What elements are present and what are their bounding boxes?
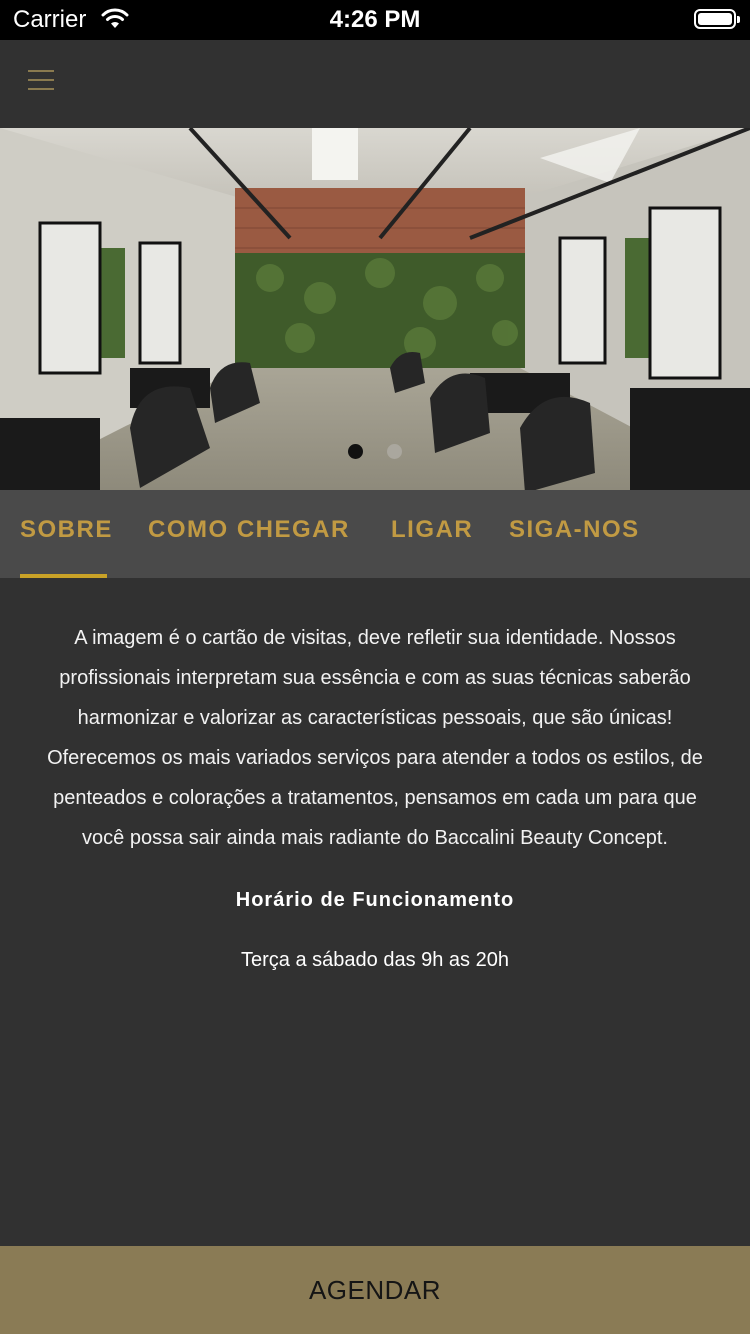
tab-como-chegar[interactable]: COMO CHEGAR <box>148 516 350 544</box>
battery-icon <box>694 9 740 29</box>
status-time: 4:26 PM <box>329 6 421 33</box>
tab-bar: SOBRE COMO CHEGAR LIGAR SIGA-NOS <box>0 490 750 578</box>
carousel-pagination <box>0 444 750 464</box>
hours-title: Horário de Funcionamento <box>235 889 515 911</box>
carousel-dot-2[interactable] <box>387 444 403 459</box>
tab-sobre[interactable]: SOBRE <box>20 516 113 544</box>
status-bar: Carrier 4:26 PM <box>0 0 750 40</box>
active-tab-indicator <box>20 574 107 578</box>
tab-ligar[interactable]: LIGAR <box>391 516 473 544</box>
salon-interior-image <box>0 128 750 490</box>
about-section: A imagem é o cartão de visitas, deve ref… <box>40 618 710 980</box>
carousel-dot-1[interactable] <box>347 444 363 459</box>
navigation-bar <box>0 40 750 128</box>
hours-text: Terça a sábado das 9h as 20h <box>241 949 509 971</box>
hamburger-menu-icon[interactable] <box>28 68 56 92</box>
agendar-button[interactable]: AGENDAR <box>0 1246 750 1334</box>
about-description: A imagem é o cartão de visitas, deve ref… <box>47 627 703 849</box>
hero-carousel[interactable] <box>0 128 750 490</box>
tab-siga-nos[interactable]: SIGA-NOS <box>509 516 640 544</box>
